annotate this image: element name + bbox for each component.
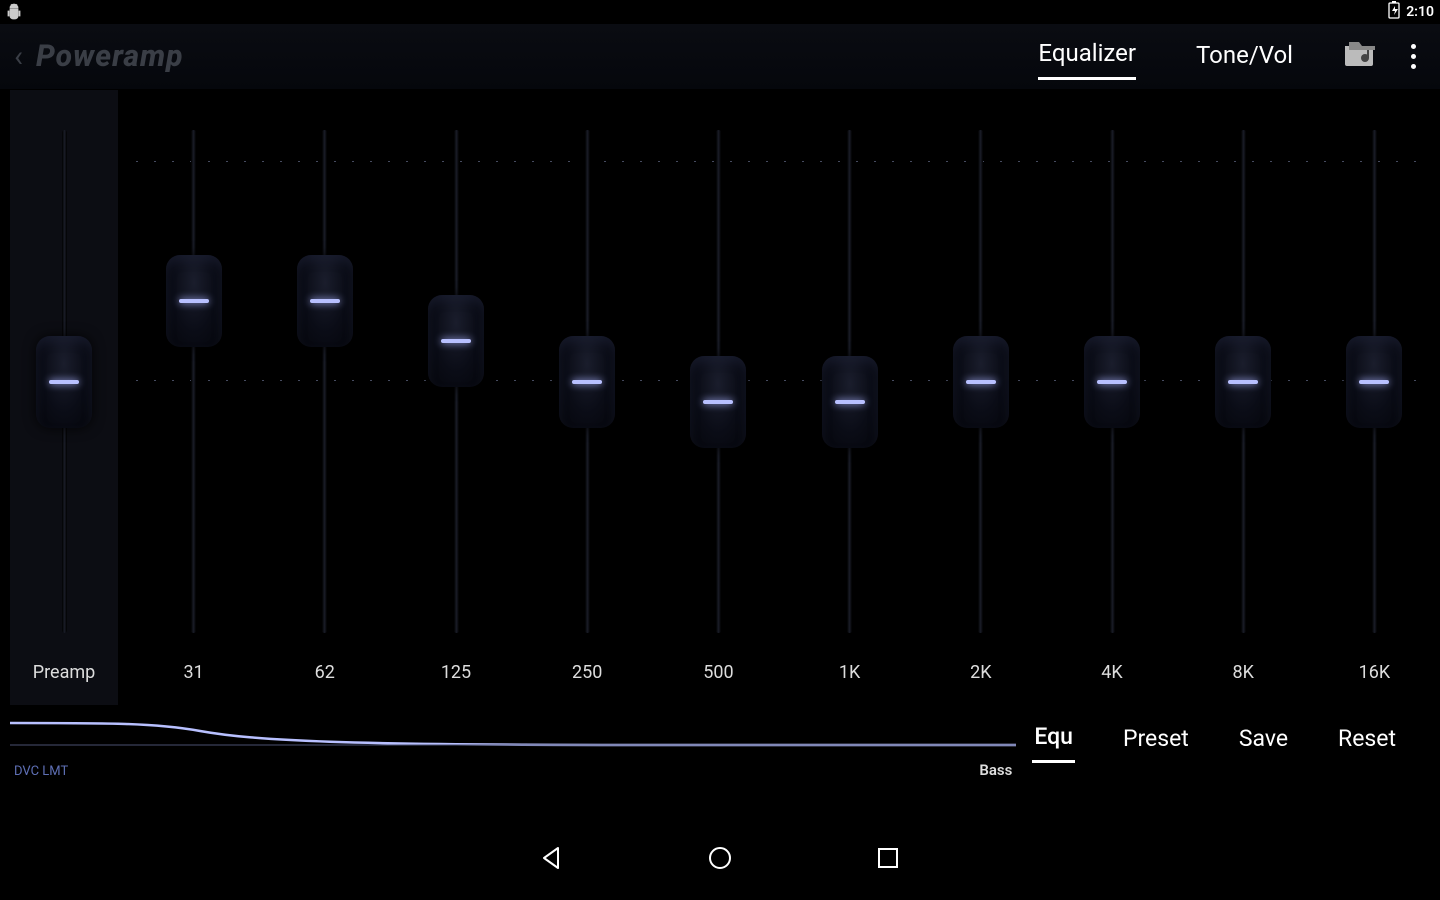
band-knob-4K[interactable] (1084, 336, 1140, 428)
bottom-btn-equ[interactable]: Equ (1032, 719, 1075, 763)
band-label-62: 62 (315, 662, 335, 683)
bottom-btn-reset[interactable]: Reset (1336, 721, 1398, 762)
bottom-button-row: Equ Preset Save Reset (1032, 719, 1430, 763)
nav-back-icon[interactable] (538, 844, 566, 872)
band-knob-125[interactable] (428, 295, 484, 387)
preamp-slider: Preamp (0, 90, 128, 705)
band-label-500: 500 (703, 662, 733, 683)
bottom-btn-save[interactable]: Save (1237, 721, 1290, 762)
band-slider-2K: 2K (915, 90, 1046, 705)
library-folder-icon[interactable] (1343, 40, 1377, 74)
band-label-125: 125 (441, 662, 471, 683)
band-label-31: 31 (183, 662, 203, 683)
band-slider-4K: 4K (1046, 90, 1177, 705)
band-knob-16K[interactable] (1346, 336, 1402, 428)
band-label-8K: 8K (1233, 662, 1254, 683)
band-slider-16K: 16K (1309, 90, 1440, 705)
band-label-4K: 4K (1101, 662, 1122, 683)
android-debug-icon (6, 3, 22, 21)
frequency-response-graph: DVC LMT Bass (10, 711, 1016, 781)
band-knob-1K[interactable] (822, 356, 878, 448)
band-knob-500[interactable] (690, 356, 746, 448)
nav-home-icon[interactable] (706, 844, 734, 872)
dvc-lmt-label: DVC LMT (14, 764, 68, 779)
band-knob-62[interactable] (297, 255, 353, 347)
band-label-250: 250 (572, 662, 602, 683)
preamp-label: Preamp (33, 662, 96, 683)
band-slider-250: 250 (522, 90, 653, 705)
equalizer-panel: Preamp 31 62 125 250 500 1K 2K 4K 8K 16K (0, 90, 1440, 705)
tab-equalizer[interactable]: Equalizer (1038, 33, 1136, 80)
band-label-2K: 2K (970, 662, 991, 683)
back-chevron-icon[interactable]: ‹ (14, 42, 36, 72)
band-knob-8K[interactable] (1215, 336, 1271, 428)
app-bar: ‹ Poweramp Equalizer Tone/Vol (0, 24, 1440, 90)
bottom-btn-preset[interactable]: Preset (1121, 721, 1191, 762)
overflow-menu-icon[interactable] (1405, 38, 1422, 75)
nav-recents-icon[interactable] (874, 844, 902, 872)
bass-label: Bass (979, 761, 1012, 779)
band-label-1K: 1K (839, 662, 860, 683)
bottom-panel: DVC LMT Bass Equ Preset Save Reset (0, 705, 1440, 815)
android-nav-bar (0, 815, 1440, 900)
band-slider-8K: 8K (1178, 90, 1309, 705)
band-knob-2K[interactable] (953, 336, 1009, 428)
band-label-16K: 16K (1359, 662, 1391, 683)
status-bar: 2:10 (0, 0, 1440, 24)
tab-tone-vol[interactable]: Tone/Vol (1196, 35, 1293, 79)
band-knob-31[interactable] (166, 255, 222, 347)
band-slider-1K: 1K (784, 90, 915, 705)
band-slider-62: 62 (259, 90, 390, 705)
band-knob-250[interactable] (559, 336, 615, 428)
battery-charging-icon (1388, 1, 1400, 23)
slider-track (191, 130, 196, 633)
status-time: 2:10 (1406, 4, 1434, 20)
band-slider-500: 500 (653, 90, 784, 705)
app-logo: Poweramp (36, 39, 184, 74)
top-tabs: Equalizer Tone/Vol (1038, 33, 1293, 80)
band-slider-31: 31 (128, 90, 259, 705)
preamp-knob[interactable] (36, 336, 92, 428)
band-slider-125: 125 (390, 90, 521, 705)
slider-track (322, 130, 327, 633)
